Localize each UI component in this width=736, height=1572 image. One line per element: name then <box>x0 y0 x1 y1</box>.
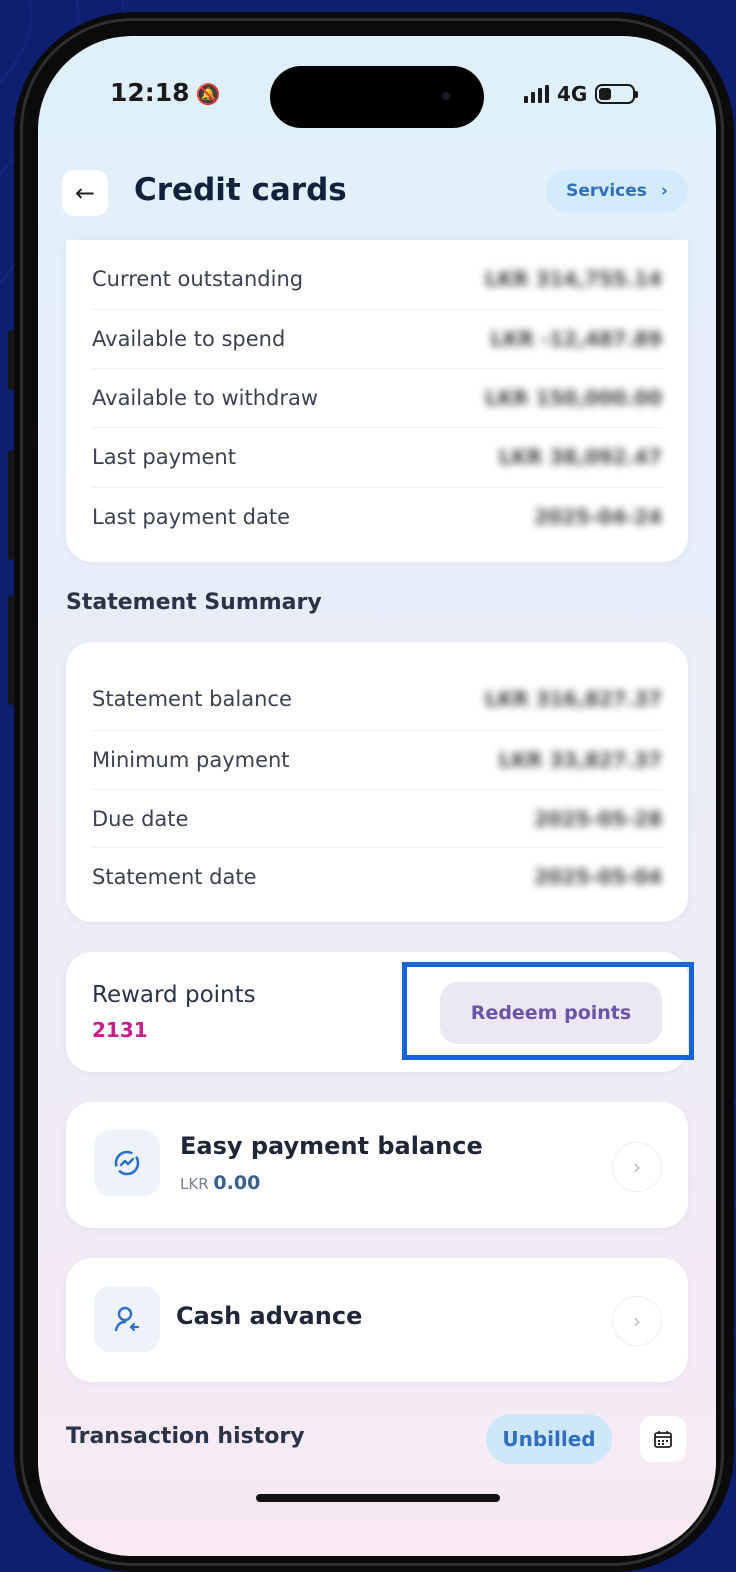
chevron-right-icon[interactable]: › <box>612 1296 662 1346</box>
statement-summary-card: Statement balance LKR 316,827.37 Minimum… <box>66 642 688 922</box>
cash-advance-icon <box>94 1286 160 1352</box>
detail-value: LKR 150,000.00 <box>484 386 662 410</box>
detail-label: Last payment date <box>92 505 290 529</box>
reward-points-value: 2131 <box>92 1018 148 1042</box>
statement-value: LKR 316,827.37 <box>484 687 662 711</box>
transaction-history-title: Transaction history <box>66 1424 305 1449</box>
statement-row: Due date 2025-05-28 <box>92 789 662 848</box>
cash-advance-card[interactable]: Cash advance › <box>66 1258 688 1382</box>
statement-row: Minimum payment LKR 33,827.37 <box>92 730 662 789</box>
battery-icon <box>595 84 639 104</box>
detail-row: Last payment date 2025-04-24 <box>92 487 662 546</box>
reward-points-label: Reward points <box>92 982 256 1008</box>
statement-value: 2025-05-28 <box>534 807 662 831</box>
statement-value: 2025-05-04 <box>534 865 662 889</box>
detail-row: Available to spend LKR -12,487.89 <box>92 309 662 368</box>
status-indicators: 4G <box>524 82 639 106</box>
chevron-right-icon[interactable]: › <box>612 1142 662 1192</box>
back-button[interactable]: ← <box>62 170 108 216</box>
detail-value: LKR 38,092.47 <box>498 445 662 469</box>
detail-row: Available to withdraw LKR 150,000.00 <box>92 368 662 427</box>
calendar-button[interactable] <box>640 1416 686 1462</box>
easy-payment-amount: LKR 0.00 <box>180 1172 260 1194</box>
detail-label: Current outstanding <box>92 267 304 291</box>
calendar-icon <box>654 1431 672 1448</box>
unbilled-filter-button[interactable]: Unbilled <box>486 1414 612 1464</box>
status-time-text: 12:18 <box>110 78 190 107</box>
home-indicator[interactable] <box>256 1494 500 1502</box>
account-details-card: Current outstanding LKR 314,755.14 Avail… <box>66 240 688 562</box>
dynamic-island <box>270 66 484 128</box>
status-time: 12:18 🔕 <box>110 78 220 107</box>
page-title: Credit cards <box>134 172 347 208</box>
currency-label: LKR <box>180 1175 209 1193</box>
easy-payment-icon <box>94 1130 160 1196</box>
easy-payment-value: 0.00 <box>213 1172 261 1194</box>
statement-label: Minimum payment <box>92 748 290 772</box>
statement-value: LKR 33,827.37 <box>498 748 662 772</box>
network-type: 4G <box>557 82 588 106</box>
chevron-right-icon: › <box>660 181 668 201</box>
redeem-highlight-box <box>402 962 694 1060</box>
services-label: Services <box>566 181 647 201</box>
arrow-left-icon: ← <box>74 179 96 207</box>
bell-slash-icon: 🔕 <box>195 82 221 106</box>
detail-row: Last payment LKR 38,092.47 <box>92 427 662 486</box>
easy-payment-title: Easy payment balance <box>180 1132 483 1160</box>
easy-payment-card[interactable]: Easy payment balance LKR 0.00 › <box>66 1102 688 1228</box>
detail-value: LKR -12,487.89 <box>490 327 662 351</box>
statement-row: Statement balance LKR 316,827.37 <box>92 670 662 728</box>
statement-label: Statement balance <box>92 687 292 711</box>
camera-dot <box>442 92 450 100</box>
detail-row: Current outstanding LKR 314,755.14 <box>92 250 662 308</box>
signal-icon <box>524 85 549 103</box>
statement-summary-title: Statement Summary <box>66 590 322 615</box>
detail-label: Last payment <box>92 445 236 469</box>
statement-label: Due date <box>92 807 189 831</box>
cash-advance-title: Cash advance <box>176 1302 363 1330</box>
detail-label: Available to spend <box>92 327 286 351</box>
detail-value: 2025-04-24 <box>534 505 662 529</box>
detail-label: Available to withdraw <box>92 386 319 410</box>
statement-label: Statement date <box>92 865 257 889</box>
app-screen: 12:18 🔕 4G ← Credit cards Services › Curr… <box>38 36 716 1556</box>
statement-row: Statement date 2025-05-04 <box>92 847 662 906</box>
detail-value: LKR 314,755.14 <box>484 267 662 291</box>
services-button[interactable]: Services › <box>546 170 688 212</box>
